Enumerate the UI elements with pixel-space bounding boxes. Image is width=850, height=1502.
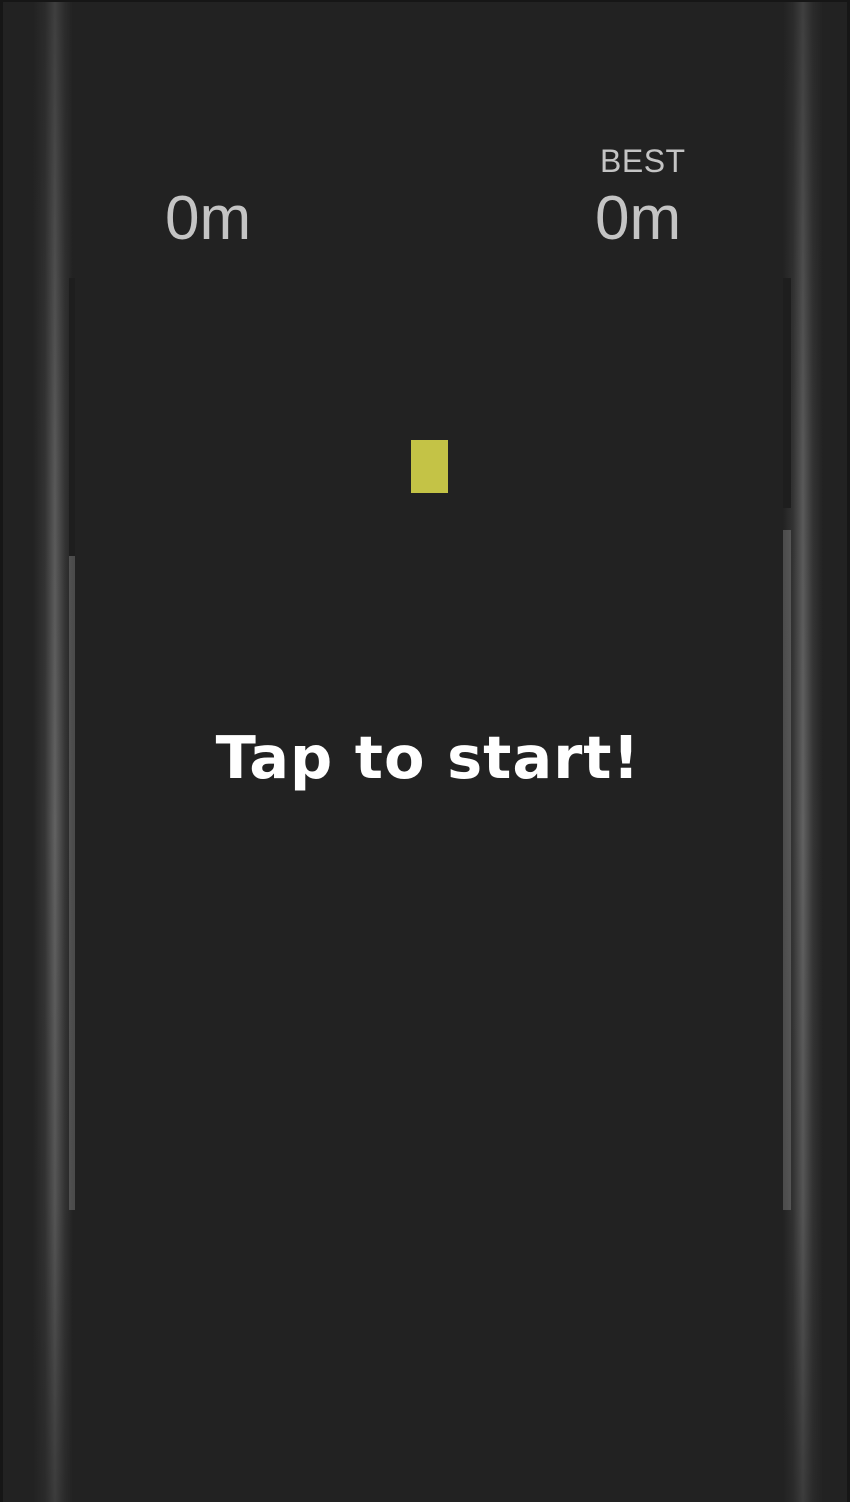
left-obstacle-lower xyxy=(69,556,75,1210)
right-obstacle-lower xyxy=(783,530,791,1210)
best-label: BEST xyxy=(600,143,686,179)
right-obstacle-upper xyxy=(783,278,791,508)
best-distance: 0m xyxy=(595,184,682,253)
player-block xyxy=(411,440,448,493)
current-distance: 0m xyxy=(165,184,252,253)
game-screen[interactable]: 0m BEST 0m Tap to start! xyxy=(0,0,850,1502)
tap-to-start-prompt[interactable]: Tap to start! xyxy=(3,725,847,791)
left-obstacle-upper xyxy=(69,278,75,556)
